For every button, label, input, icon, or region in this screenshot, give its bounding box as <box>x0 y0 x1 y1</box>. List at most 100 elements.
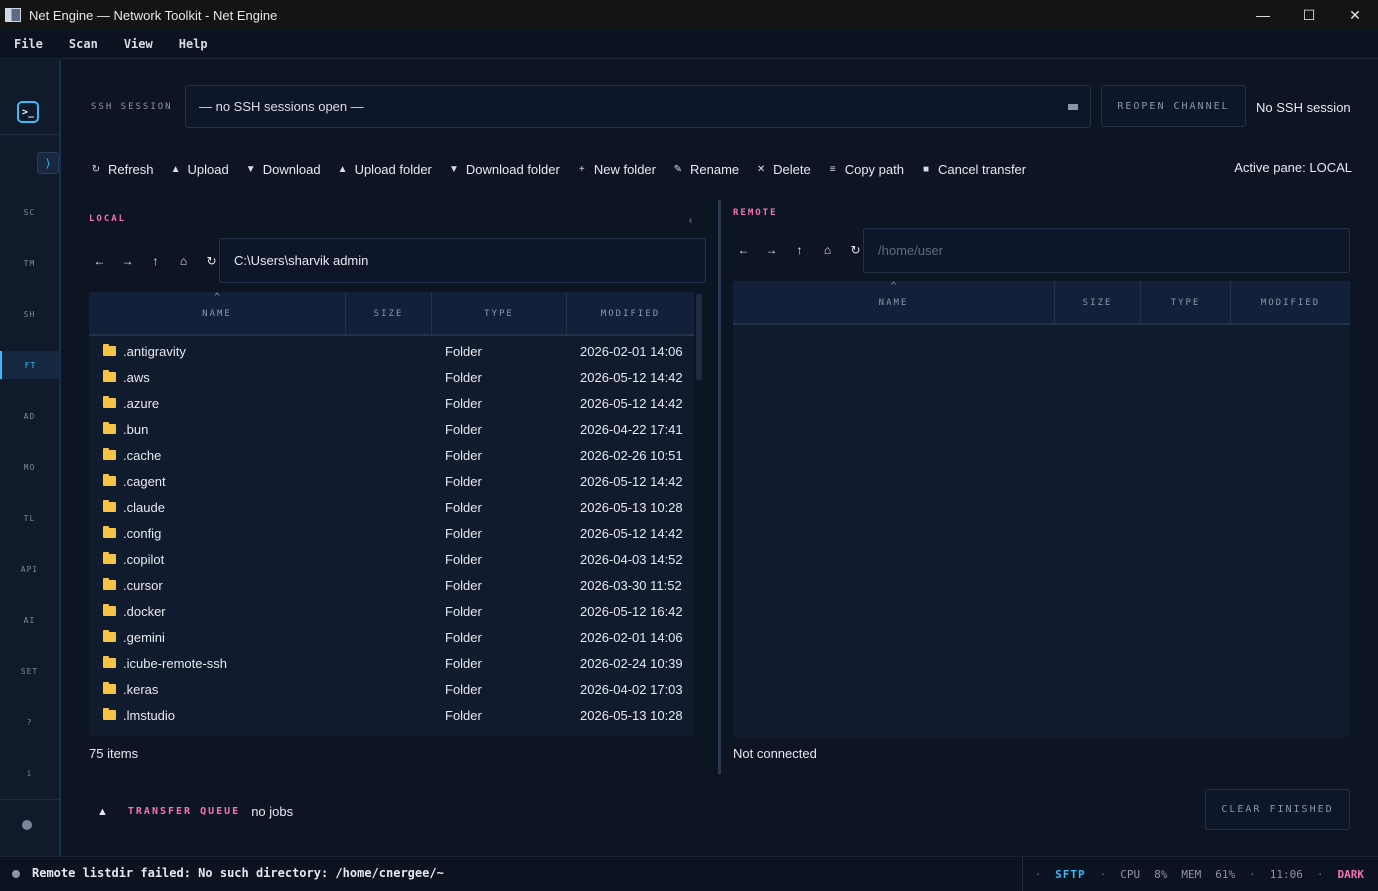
upload-folder-button[interactable]: ▲ Upload folder <box>336 162 432 177</box>
copy-path-button[interactable]: ≡ Copy path <box>826 162 904 177</box>
table-row[interactable]: .antigravity Folder 2026-02-01 14:06 <box>89 338 694 364</box>
download-button[interactable]: ▼ Download <box>244 162 321 177</box>
table-row[interactable]: .azure Folder 2026-05-12 14:42 <box>89 390 694 416</box>
menu-file[interactable]: File <box>6 37 51 51</box>
menu-view[interactable]: View <box>116 37 161 51</box>
remote-status-text: Not connected <box>733 746 817 761</box>
folder-icon <box>103 656 116 668</box>
ssh-session-select[interactable]: — no SSH sessions open — <box>185 85 1091 128</box>
transfer-queue-status: no jobs <box>251 804 294 819</box>
rename-button[interactable]: ✎ Rename <box>671 162 739 177</box>
collapse-pane-icon[interactable]: ‹ <box>689 215 692 226</box>
column-name[interactable]: ^ NAME <box>89 292 346 336</box>
file-modified: 2026-05-12 16:42 <box>580 603 683 619</box>
column-modified[interactable]: MODIFIED <box>1231 281 1350 325</box>
cancel-transfer-button[interactable]: ■ Cancel transfer <box>919 162 1026 177</box>
connection-status-dot <box>22 820 32 830</box>
sidebar-item-mo[interactable]: MO <box>0 453 59 481</box>
table-row[interactable]: .bun Folder 2026-04-22 17:41 <box>89 416 694 442</box>
sidebar-item-ft[interactable]: FT <box>0 351 59 379</box>
menu-scan[interactable]: Scan <box>61 37 106 51</box>
table-row[interactable]: .docker Folder 2026-05-12 16:42 <box>89 598 694 624</box>
table-row[interactable]: .keras Folder 2026-04-02 17:03 <box>89 676 694 702</box>
clock: 11:06 <box>1269 867 1303 881</box>
remote-path-input[interactable]: /home/user <box>863 228 1350 273</box>
upload-button[interactable]: ▲ Upload <box>169 162 229 177</box>
clear-finished-button[interactable]: CLEAR FINISHED <box>1205 789 1350 830</box>
maximize-button[interactable]: ☐ <box>1286 0 1332 30</box>
refresh-button[interactable]: ↻ Refresh <box>89 162 154 177</box>
upload-label: Upload <box>187 161 229 177</box>
delete-button[interactable]: ✕ Delete <box>754 162 811 177</box>
rename-label: Rename <box>689 161 740 177</box>
forward-icon[interactable]: → <box>115 254 140 268</box>
pane-splitter[interactable] <box>718 200 721 774</box>
minimize-button[interactable]: — <box>1240 0 1286 30</box>
separator: · <box>1249 867 1256 881</box>
table-row[interactable]: .claude Folder 2026-05-13 10:28 <box>89 494 694 520</box>
sidebar-item-sc[interactable]: SC <box>0 198 59 226</box>
file-name: .gemini <box>123 629 165 645</box>
file-type: Folder <box>445 369 482 385</box>
new-folder-button[interactable]: + New folder <box>575 162 656 177</box>
table-row[interactable]: .lmstudio Folder 2026-05-13 10:28 <box>89 702 694 728</box>
file-name-cell: .config <box>103 526 161 541</box>
local-file-table: ^ NAME SIZE TYPE MODIFIED .antigravity Fol… <box>89 292 694 736</box>
folder-icon <box>103 422 116 434</box>
back-icon[interactable]: ← <box>87 254 112 268</box>
transfer-queue: ▲ TRANSFER QUEUE no jobs <box>97 804 293 819</box>
column-name[interactable]: ^ NAME <box>733 281 1055 325</box>
cpu-label: CPU <box>1120 867 1141 881</box>
table-row[interactable]: .icube-remote-ssh Folder 2026-02-24 10:39 <box>89 650 694 676</box>
column-type[interactable]: TYPE <box>1141 281 1231 325</box>
file-name: .aws <box>123 369 150 385</box>
file-name: .copilot <box>123 551 165 567</box>
sidebar-item-ai[interactable]: AI <box>0 606 59 634</box>
close-button[interactable]: ✕ <box>1332 0 1378 30</box>
scrollbar-thumb[interactable] <box>696 294 702 380</box>
sidebar-item-info[interactable]: i <box>0 759 59 787</box>
sidebar-collapse-button[interactable]: ⟩ <box>37 152 59 174</box>
table-row[interactable]: .copilot Folder 2026-04-03 14:52 <box>89 546 694 572</box>
table-row[interactable]: .aws Folder 2026-05-12 14:42 <box>89 364 694 390</box>
file-type: Folder <box>445 577 482 593</box>
table-row[interactable]: .gemini Folder 2026-02-01 14:06 <box>89 624 694 650</box>
sidebar-item-help[interactable]: ? <box>0 708 59 736</box>
up-icon[interactable]: ↑ <box>143 254 168 268</box>
column-modified[interactable]: MODIFIED <box>567 292 694 336</box>
file-name-cell: .docker <box>103 604 166 619</box>
theme-toggle[interactable]: DARK <box>1338 868 1365 881</box>
sidebar-item-tl[interactable]: TL <box>0 504 59 532</box>
download-folder-button[interactable]: ▼ Download folder <box>447 162 560 177</box>
file-name-cell: .cagent <box>103 474 166 489</box>
expand-queue-icon[interactable]: ▲ <box>97 806 108 818</box>
table-row[interactable]: .config Folder 2026-05-12 14:42 <box>89 520 694 546</box>
file-type: Folder <box>445 655 482 671</box>
file-type: Folder <box>445 447 482 463</box>
new-folder-label: New folder <box>593 161 656 177</box>
table-row[interactable]: .cursor Folder 2026-03-30 11:52 <box>89 572 694 598</box>
sidebar-item-set[interactable]: SET <box>0 657 59 685</box>
column-type[interactable]: TYPE <box>432 292 567 336</box>
file-name: .azure <box>123 395 160 411</box>
table-row[interactable]: .cache Folder 2026-02-26 10:51 <box>89 442 694 468</box>
home-icon[interactable]: ⌂ <box>171 254 196 268</box>
table-row[interactable]: .cagent Folder 2026-05-12 14:42 <box>89 468 694 494</box>
download-icon: ▼ <box>245 163 256 175</box>
home-icon[interactable]: ⌂ <box>815 243 840 257</box>
local-scrollbar[interactable] <box>695 292 703 736</box>
reopen-channel-button[interactable]: REOPEN CHANNEL <box>1101 85 1246 127</box>
local-path-input[interactable]: C:\Users\sharvik admin <box>219 238 706 283</box>
mem-label: MEM <box>1181 867 1202 881</box>
column-size[interactable]: SIZE <box>346 292 432 336</box>
status-bar: Remote listdir failed: No such directory… <box>0 856 1378 891</box>
sidebar-item-tm[interactable]: TM <box>0 249 59 277</box>
back-icon[interactable]: ← <box>731 243 756 257</box>
up-icon[interactable]: ↑ <box>787 243 812 257</box>
sidebar-item-sh[interactable]: SH <box>0 300 59 328</box>
sidebar-item-api[interactable]: API <box>0 555 59 583</box>
sidebar-item-ad[interactable]: AD <box>0 402 59 430</box>
column-size[interactable]: SIZE <box>1055 281 1141 325</box>
forward-icon[interactable]: → <box>759 243 784 257</box>
menu-help[interactable]: Help <box>171 37 216 51</box>
